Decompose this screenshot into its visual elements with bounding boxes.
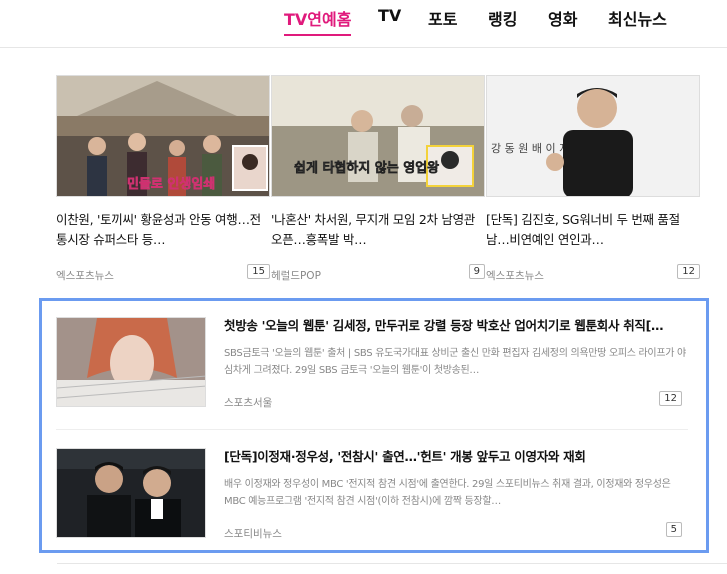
nav-tab-tv-home[interactable]: TV연예홈 [284,6,352,36]
news-source: 엑스포츠뉴스 [486,270,544,282]
news-thumbnail[interactable]: 강 동 원 배 이 지 은 [486,75,700,197]
list-divider [56,429,688,430]
news-source: 스포츠서울 [224,397,273,409]
news-card[interactable]: 민들로 인생임쇄 이찬원, '토끼씨' 황윤성과 안동 여행…전통시장 슈퍼스타… [56,75,270,282]
news-title[interactable]: [단독]이정재·정우성, '전참시' 출연…'헌트' 개봉 앞두고 이영자와 재… [224,448,688,466]
nav-tab-tv[interactable]: TV [378,6,401,25]
nav-tab-photo[interactable]: 포토 [428,6,457,30]
news-card[interactable]: 강 동 원 배 이 지 은 [단독] 김진호, SG워너비 두 번째 품절남…비… [486,75,700,282]
news-title[interactable]: 첫방송 '오늘의 웹툰' 김세정, 만두귀로 강렬 등장 박호산 업어치기로 웹… [224,317,688,335]
thumb-caption: 쉽게 타협하지 않는 영업왕 [294,160,439,176]
news-summary[interactable]: SBS금토극 '오늘의 웹툰' 출처 | SBS 유도국가대표 상비군 출신 만… [224,345,688,379]
comment-count-badge: 15 [247,264,270,279]
news-thumbnail[interactable]: 쉽게 타협하지 않는 영업왕 [271,75,485,197]
news-card[interactable]: 쉽게 타협하지 않는 영업왕 '나혼산' 차서원, 무지개 모임 2차 남영관 … [271,75,485,282]
comment-count-badge: 5 [665,522,682,537]
top-nav: TV연예홈 TV 포토 랭킹 영화 최신뉴스 [0,0,727,48]
section-divider [57,563,727,564]
news-title[interactable]: 이찬원, '토끼씨' 황윤성과 안동 여행…전통시장 슈퍼스타 등… [56,210,270,250]
nav-tab-ranking[interactable]: 랭킹 [488,6,517,30]
thumb-caption: 민들로 인생임쇄 [127,176,215,192]
news-source: 엑스포츠뉴스 [56,270,114,282]
news-title[interactable]: '나혼산' 차서원, 무지개 모임 2차 남영관 오픈…흥폭발 박… [271,210,485,250]
news-source: 스포티비뉴스 [224,528,282,540]
news-summary[interactable]: 배우 이정재와 정우성이 MBC '전지적 참견 시점'에 출연한다. 29일 … [224,476,688,510]
comment-count-badge: 9 [468,264,485,279]
news-thumbnail[interactable] [56,448,206,538]
nav-tab-movie[interactable]: 영화 [548,6,577,30]
nav-tab-latest-news[interactable]: 최신뉴스 [608,6,667,30]
comment-count-badge: 12 [677,264,700,279]
news-thumbnail[interactable] [56,317,206,407]
highlighted-news-list: 첫방송 '오늘의 웹툰' 김세정, 만두귀로 강렬 등장 박호산 업어치기로 웹… [39,298,709,553]
comment-count-badge: 12 [659,391,682,406]
news-thumbnail[interactable]: 민들로 인생임쇄 [56,75,270,197]
news-title[interactable]: [단독] 김진호, SG워너비 두 번째 품절남…비연예인 연인과… [486,210,700,250]
news-source: 헤럴드POP [271,270,321,282]
